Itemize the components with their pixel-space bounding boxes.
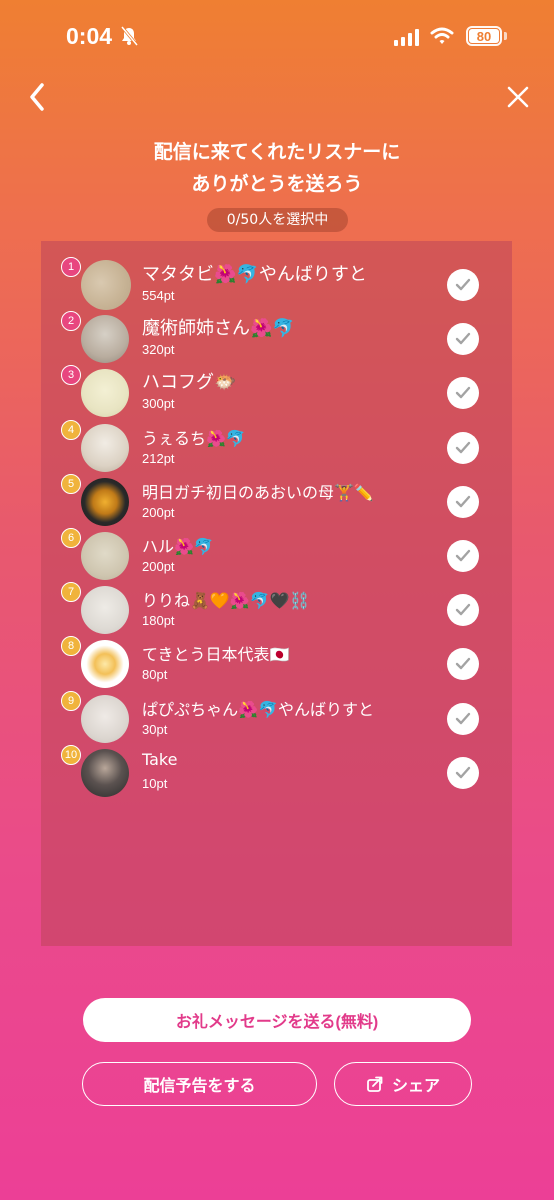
- battery-tip: [504, 32, 507, 40]
- select-checkbox[interactable]: [447, 594, 479, 627]
- listener-points: 300pt: [142, 396, 175, 412]
- share-icon: [367, 1076, 383, 1092]
- selection-counter: 0/50人を選択中: [207, 208, 348, 232]
- rank-badge: 3: [61, 365, 81, 386]
- battery-level: 80: [476, 28, 492, 44]
- listener-name: 魔術師姉さん🌺🐬: [142, 318, 295, 340]
- listener-row[interactable]: 7 りりね🧸🧡🌺🐬🖤⛓️ 180pt: [41, 582, 512, 636]
- rank-badge: 1: [61, 257, 81, 277]
- listener-name: 明日ガチ初日のあおいの母🏋️✏️: [142, 482, 374, 502]
- checkmark-icon: [455, 766, 471, 778]
- avatar: [81, 260, 131, 310]
- listener-points: 320pt: [142, 342, 175, 358]
- close-button[interactable]: [503, 82, 533, 112]
- listener-row[interactable]: 4 うぇるち🌺🐬 212pt: [41, 419, 512, 474]
- listener-points: 80pt: [142, 667, 168, 683]
- rank-badge: 10: [61, 744, 81, 765]
- avatar: [81, 369, 129, 418]
- listener-points: 554pt: [142, 288, 175, 303]
- listener-name: マタタビ🌺🐬やんばりすと: [142, 264, 367, 285]
- select-checkbox[interactable]: [447, 648, 479, 681]
- status-bar: 0:04 80: [0, 0, 554, 70]
- listener-points: 200pt: [142, 504, 175, 520]
- checkmark-icon: [455, 278, 471, 291]
- checkmark-icon: [455, 712, 471, 724]
- status-time: 0:04: [66, 23, 113, 49]
- listener-points: 10pt: [142, 775, 168, 791]
- listener-row[interactable]: 1 マタタビ🌺🐬やんばりすと 554pt: [41, 257, 512, 311]
- listener-name: ぱぴぷちゃん🌺🐬やんばりすと: [142, 699, 375, 719]
- checkmark-icon: [455, 658, 471, 670]
- rank-badge: 6: [61, 528, 81, 548]
- select-checkbox[interactable]: [447, 485, 479, 518]
- select-checkbox[interactable]: [447, 323, 479, 356]
- avatar: [81, 694, 129, 743]
- battery-icon: 80: [466, 26, 502, 46]
- listener-name: てきとう日本代表🇯🇵: [142, 645, 290, 665]
- send-thanks-message-button[interactable]: お礼メッセージを送る(無料): [83, 998, 471, 1042]
- checkmark-icon: [455, 441, 471, 453]
- cellular-signal-icon: [394, 28, 419, 46]
- avatar: [81, 477, 129, 526]
- rank-badge: 7: [61, 582, 81, 603]
- announce-stream-button[interactable]: 配信予告をする: [82, 1062, 317, 1106]
- listener-points: 180pt: [142, 613, 175, 629]
- select-checkbox[interactable]: [447, 756, 479, 789]
- page-title-line1: 配信に来てくれたリスナーに: [153, 141, 401, 163]
- select-checkbox[interactable]: [447, 540, 479, 572]
- select-checkbox[interactable]: [447, 431, 479, 464]
- share-button[interactable]: シェア: [334, 1062, 472, 1106]
- rank-badge: 9: [61, 690, 81, 711]
- close-icon: [507, 86, 529, 108]
- listener-row[interactable]: 2 魔術師姉さん🌺🐬 320pt: [41, 311, 512, 365]
- announce-stream-label: 配信予告をする: [143, 1078, 256, 1095]
- listener-row[interactable]: 10 Take 10pt: [41, 744, 512, 799]
- listener-row[interactable]: 3 ハコフグ🐡 300pt: [41, 365, 512, 419]
- rank-badge: 2: [61, 311, 81, 332]
- avatar: [81, 748, 129, 797]
- listener-row[interactable]: 9 ぱぴぷちゃん🌺🐬やんばりすと 30pt: [41, 690, 512, 745]
- avatar: [81, 586, 129, 635]
- back-button[interactable]: [22, 82, 52, 112]
- checkmark-icon: [455, 495, 471, 507]
- listener-points: 212pt: [142, 450, 175, 466]
- listener-row[interactable]: 6 ハル🌺🐬 200pt: [41, 528, 512, 582]
- listener-row[interactable]: 8 てきとう日本代表🇯🇵 80pt: [41, 636, 512, 690]
- checkmark-icon: [455, 332, 471, 345]
- select-checkbox[interactable]: [447, 377, 479, 410]
- listener-name: Take: [142, 749, 178, 769]
- listener-list: 1 マタタビ🌺🐬やんばりすと 554pt 2 魔術師姉さん🌺🐬 320pt 3 ハコフグ🐡 30…: [41, 241, 512, 946]
- checkmark-icon: [455, 549, 471, 562]
- avatar: [81, 640, 129, 689]
- listener-row[interactable]: 5 明日ガチ初日のあおいの母🏋️✏️ 200pt: [41, 473, 512, 528]
- select-checkbox[interactable]: [447, 269, 479, 301]
- listener-name: ハル🌺🐬: [142, 537, 214, 556]
- wifi-icon: [430, 27, 454, 44]
- rank-badge: 5: [61, 473, 81, 494]
- rank-badge: 4: [61, 419, 81, 440]
- checkmark-icon: [455, 603, 471, 616]
- avatar: [81, 532, 129, 580]
- listener-name: りりね🧸🧡🌺🐬🖤⛓️: [142, 591, 310, 611]
- rank-badge: 8: [61, 636, 81, 657]
- chevron-left-icon: [30, 83, 44, 111]
- avatar: [81, 315, 129, 364]
- listener-points: 30pt: [142, 721, 168, 737]
- page-title-line2: ありがとうを送ろう: [191, 173, 363, 195]
- avatar: [81, 423, 129, 472]
- bell-muted-icon: [120, 26, 138, 46]
- listener-points: 200pt: [142, 559, 175, 574]
- select-checkbox[interactable]: [447, 702, 479, 735]
- listener-name: ハコフグ🐡: [142, 372, 237, 394]
- checkmark-icon: [455, 387, 471, 399]
- share-label: シェア: [391, 1078, 440, 1095]
- listener-name: うぇるち🌺🐬: [142, 428, 246, 448]
